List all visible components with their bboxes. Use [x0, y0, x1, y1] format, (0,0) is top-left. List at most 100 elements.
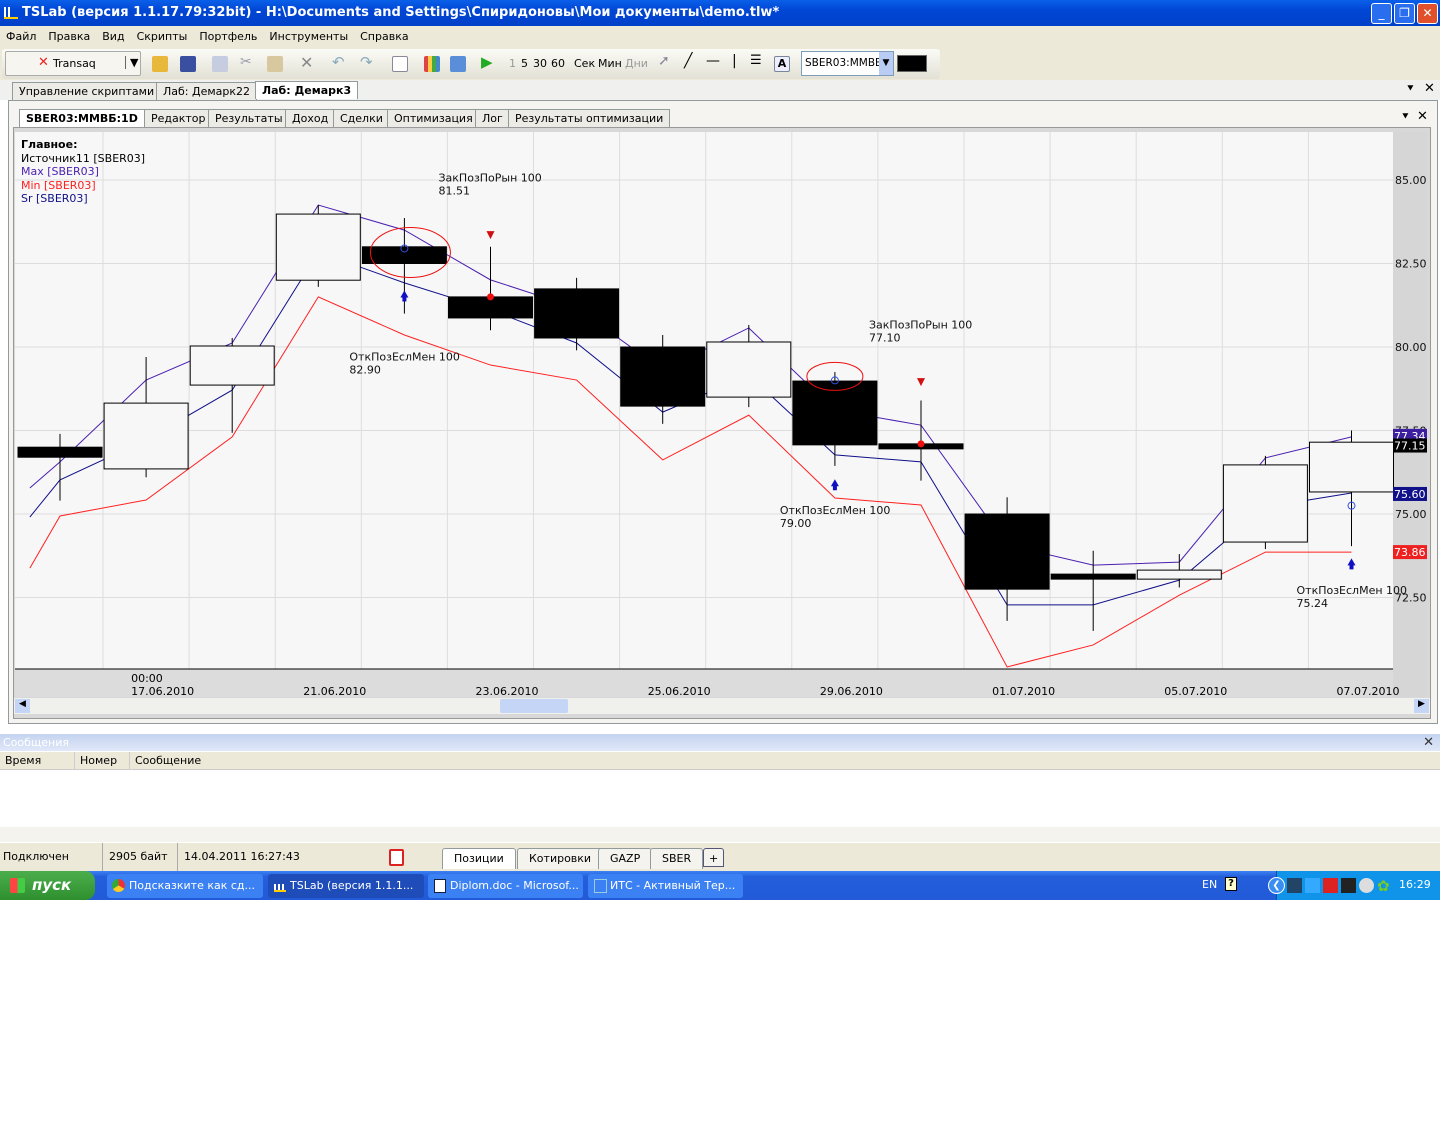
restore-button[interactable]: ❐ — [1394, 3, 1415, 24]
minimize-button[interactable]: _ — [1371, 3, 1392, 24]
candle-body — [964, 513, 1050, 590]
col-message[interactable]: Сообщение — [129, 752, 201, 770]
signal-price: 81.51 — [439, 185, 471, 198]
col-number[interactable]: Номер — [74, 752, 117, 770]
menu-help[interactable]: Справка — [360, 30, 408, 43]
redo-icon[interactable]: ↷ — [360, 53, 376, 71]
messages-header: Время Номер Сообщение — [0, 752, 1440, 770]
tray-network-icon[interactable] — [1305, 878, 1320, 893]
tab-editor[interactable]: Редактор — [144, 109, 213, 127]
connector-dropdown[interactable]: ✕ Transaq ▼ — [5, 51, 141, 76]
tab-menu-icon[interactable]: ⯆ — [1401, 110, 1410, 124]
pointer-icon[interactable]: ➚ — [658, 53, 674, 69]
tab-optimization[interactable]: Оптимизация — [387, 109, 480, 127]
tab-chart[interactable]: SBER03:ММВБ:1D — [19, 109, 145, 127]
interval-1[interactable]: 1 — [509, 57, 516, 70]
status-bar: Подключен 2905 байт 14.04.2011 16:27:43 … — [0, 843, 1440, 871]
menu-edit[interactable]: Правка — [48, 30, 90, 43]
unit-seconds[interactable]: Сек — [574, 57, 595, 70]
chevron-down-icon: ▼ — [125, 56, 138, 69]
horizontal-scrollbar[interactable]: ◀ ▶ — [14, 698, 1430, 714]
task-its[interactable]: ИТС - Активный Тер... — [588, 874, 743, 898]
text-tool-icon[interactable]: A — [774, 56, 790, 72]
language-indicator[interactable]: EN — [1202, 878, 1217, 891]
cut-icon[interactable]: ✂ — [240, 54, 256, 70]
word-icon — [434, 879, 446, 893]
scroll-thumb[interactable] — [500, 699, 568, 713]
unit-minutes[interactable]: Мин — [598, 57, 622, 70]
candle-body — [534, 288, 620, 339]
tab-demark3[interactable]: Лаб: Демарк3 — [255, 81, 359, 99]
tab-sber[interactable]: SBER — [650, 848, 704, 869]
tab-income[interactable]: Доход — [285, 109, 336, 127]
structure-icon[interactable] — [450, 56, 466, 72]
menu-view[interactable]: Вид — [102, 30, 124, 43]
x-tick-label: 29.06.2010 — [820, 685, 883, 697]
horizontal-line-icon[interactable]: — — [706, 53, 722, 69]
task-word[interactable]: Diplom.doc - Microsof... — [428, 874, 583, 898]
y-tick-label: 82.50 — [1395, 258, 1427, 271]
tab-gazp[interactable]: GAZP — [598, 848, 653, 869]
tab-results[interactable]: Результаты — [208, 109, 290, 127]
properties-icon[interactable] — [392, 56, 408, 72]
start-button[interactable]: пуск — [0, 871, 95, 900]
col-time[interactable]: Время — [5, 752, 41, 770]
help-icon[interactable]: ? — [1225, 877, 1237, 891]
run-icon[interactable]: ▶ — [481, 53, 497, 71]
fibonacci-icon[interactable]: ☰ — [750, 53, 766, 69]
interval-60[interactable]: 60 — [551, 57, 565, 70]
tab-log[interactable]: Лог — [475, 109, 510, 127]
close-doc-icon[interactable]: ✕ — [1424, 81, 1435, 96]
task-chrome[interactable]: Подсказките как сд... — [107, 874, 263, 898]
tray-antivirus-icon[interactable] — [1323, 878, 1338, 893]
delete-icon[interactable]: ✕ — [300, 53, 316, 72]
tab-quotes[interactable]: Котировки — [517, 848, 604, 869]
tab-optimization-results[interactable]: Результаты оптимизации — [508, 109, 671, 127]
tab-demark22[interactable]: Лаб: Демарк22 — [156, 82, 258, 100]
scroll-right-button[interactable]: ▶ — [1414, 699, 1429, 713]
scroll-left-button[interactable]: ◀ — [15, 699, 30, 713]
menu-tools[interactable]: Инструменты — [269, 30, 348, 43]
y-tick-label: 80.00 — [1395, 341, 1427, 354]
price-chart[interactable]: 85.0082.5080.0077.5075.0072.5000:0017.06… — [15, 132, 1427, 697]
candle-body — [361, 246, 447, 265]
signal-label: ОткПозЕслМен 100 — [780, 504, 891, 517]
bytes-received: 2905 байт — [102, 843, 168, 871]
open-icon[interactable] — [152, 56, 168, 72]
tab-trades[interactable]: Сделки — [333, 109, 390, 127]
close-tab-icon[interactable]: ✕ — [1417, 109, 1428, 124]
interval-5[interactable]: 5 — [521, 57, 528, 70]
interval-30[interactable]: 30 — [533, 57, 547, 70]
tab-script-manager[interactable]: Управление скриптами — [12, 82, 162, 100]
tray-disk-icon[interactable] — [1359, 878, 1374, 893]
price-badge-label: 73.86 — [1394, 546, 1426, 559]
line-tool-icon[interactable]: ╱ — [684, 53, 700, 69]
color-picker[interactable] — [897, 55, 927, 72]
close-messages-icon[interactable]: ✕ — [1423, 734, 1434, 751]
unit-days[interactable]: Дни — [625, 57, 648, 70]
undo-icon[interactable]: ↶ — [332, 53, 348, 71]
tray-tslab-icon[interactable] — [1287, 878, 1302, 893]
signal-price: 77.10 — [869, 332, 901, 345]
messages-scrollbar[interactable] — [0, 827, 1440, 842]
menu-file[interactable]: Файл — [6, 30, 36, 43]
tray-icq-icon[interactable]: ✿ — [1377, 877, 1390, 895]
menu-portfolio[interactable]: Портфель — [199, 30, 257, 43]
candle-body — [706, 341, 792, 398]
task-tslab[interactable]: TSLab (версия 1.1.1... — [268, 874, 424, 898]
chart-icon[interactable] — [424, 56, 440, 72]
copy-icon[interactable] — [212, 56, 228, 72]
menu-scripts[interactable]: Скрипты — [137, 30, 188, 43]
add-tab-button[interactable]: + — [703, 848, 725, 867]
paste-icon[interactable] — [267, 56, 283, 72]
candle-body — [17, 446, 103, 458]
tray-network-warning-icon[interactable] — [1341, 878, 1356, 893]
notebook-icon[interactable] — [389, 849, 404, 866]
save-icon[interactable] — [180, 56, 196, 72]
close-button[interactable]: ✕ — [1417, 3, 1438, 24]
vertical-line-icon[interactable]: | — [732, 53, 748, 69]
tab-menu-icon[interactable]: ⯆ — [1406, 82, 1415, 96]
tray-expand-icon[interactable]: ❮ — [1268, 877, 1285, 894]
symbol-select[interactable]: SBER03:ММВБ ▼ — [801, 51, 894, 76]
tab-positions[interactable]: Позиции — [442, 848, 516, 869]
